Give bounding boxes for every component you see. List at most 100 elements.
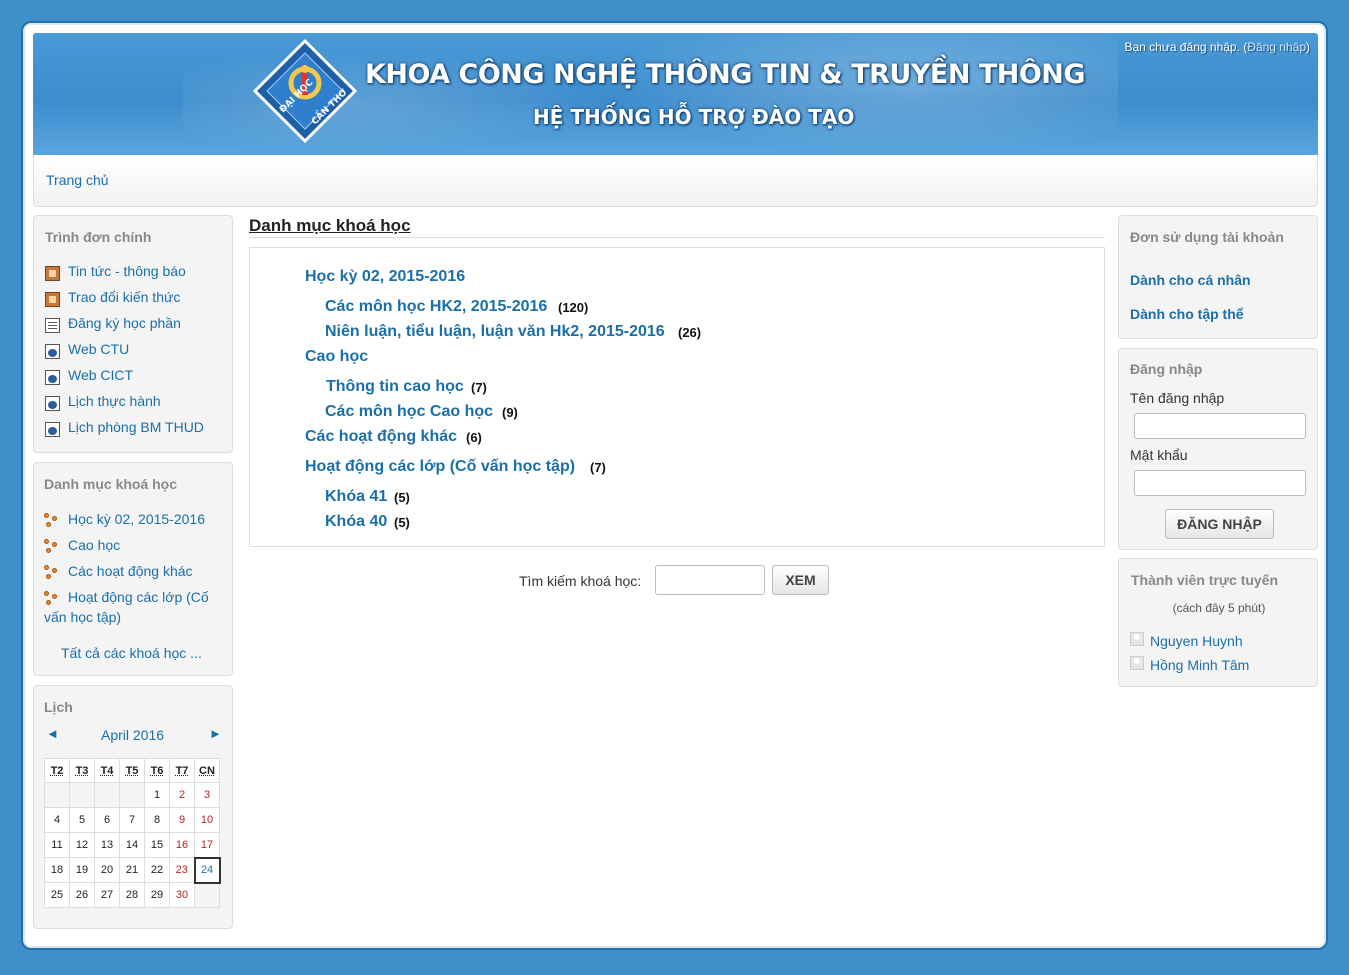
- course-search-label: Tìm kiếm khoá học:: [519, 573, 642, 589]
- calendar-day: 27: [94, 882, 120, 908]
- online-user-link[interactable]: Nguyen Huynh: [1150, 633, 1243, 649]
- course-categories-block: Danh mục khoá học Học kỳ 02, 2015-2016 C…: [33, 462, 233, 676]
- calendar-next-arrow-icon[interactable]: ►: [209, 726, 222, 741]
- forum-icon: [45, 292, 60, 307]
- category-graduate[interactable]: Cao học: [305, 348, 368, 366]
- menu-item-web-ctu[interactable]: Web CTU: [68, 341, 129, 357]
- site-subtitle: HỆ THỐNG HỖ TRỢ ĐÀO TẠO: [533, 105, 855, 129]
- header-login-link[interactable]: Đăng nhập: [1247, 40, 1306, 54]
- calendar-day: 29: [144, 882, 170, 908]
- forum-icon: [45, 266, 60, 281]
- calendar-day-empty: [119, 782, 145, 808]
- category-other-activities[interactable]: Các hoạt động khác: [305, 428, 457, 446]
- category-link-other-activities[interactable]: Các hoạt động khác: [68, 563, 193, 579]
- calendar-day: 21: [119, 857, 145, 883]
- course-count: (5): [394, 490, 410, 505]
- menu-item-knowledge-exchange[interactable]: Trao đổi kiến thức: [68, 289, 180, 305]
- account-usage-title: Đơn sử dụng tài khoản: [1130, 229, 1284, 245]
- subcategory-khoa-40[interactable]: Khóa 40: [325, 513, 387, 531]
- category-class-activities[interactable]: Hoạt động các lớp (Cố vấn học tập): [305, 458, 575, 476]
- calendar-day: 16: [169, 832, 195, 858]
- course-count: (26): [678, 325, 702, 340]
- calendar-day: 7: [119, 807, 145, 833]
- weekday-header: CN: [194, 758, 220, 783]
- online-user-link[interactable]: Hồng Minh Tâm: [1150, 657, 1249, 673]
- subcategory-theses[interactable]: Niên luận, tiểu luận, luận văn Hk2, 2015…: [325, 323, 665, 341]
- web-link-icon: [45, 396, 60, 411]
- weekday-header: T3: [69, 758, 95, 783]
- main-menu-title: Trình đơn chính: [45, 229, 152, 245]
- online-users-block: Thành viên trực tuyến (cách đây 5 phút) …: [1118, 558, 1318, 687]
- all-courses-link[interactable]: Tất cả các khoá học ...: [61, 645, 202, 661]
- user-avatar-icon: [1130, 632, 1144, 646]
- course-count: (7): [590, 460, 606, 475]
- subcategory-graduate-info[interactable]: Thông tin cao học: [326, 378, 464, 396]
- page-title: Danh mục khoá học: [249, 216, 1105, 238]
- course-count: (9): [502, 405, 518, 420]
- calendar-day: 25: [44, 882, 70, 908]
- site-header: ĐẠI HỌC CẦN THƠ KHOA CÔNG NGHỆ THÔNG TIN…: [33, 33, 1318, 155]
- subcategory-khoa-41[interactable]: Khóa 41: [325, 488, 387, 506]
- calendar-day: 8: [144, 807, 170, 833]
- calendar-day: 18: [44, 857, 70, 883]
- password-input[interactable]: [1134, 470, 1306, 496]
- category-name: Hoạt động các lớp (Cố vấn học tập): [305, 458, 576, 475]
- calendar-day: 26: [69, 882, 95, 908]
- calendar-day: 13: [94, 832, 120, 858]
- category-icon: [44, 565, 59, 580]
- account-usage-block: Đơn sử dụng tài khoản Dành cho cá nhân D…: [1118, 215, 1318, 339]
- calendar-day: 1: [144, 782, 170, 808]
- menu-item-news[interactable]: Tin tức - thông báo: [68, 263, 186, 279]
- calendar-day-today[interactable]: 24: [193, 856, 221, 884]
- category-icon: [44, 513, 59, 528]
- weekday-header: T7: [169, 758, 195, 783]
- weekday-header: T5: [119, 758, 145, 783]
- calendar-day: 17: [194, 832, 220, 858]
- calendar-prev-arrow-icon[interactable]: ◄: [46, 726, 59, 741]
- login-title: Đăng nhập: [1130, 361, 1203, 377]
- menu-item-lab-schedule[interactable]: Lịch thực hành: [68, 393, 161, 409]
- calendar-day: 15: [144, 832, 170, 858]
- group-account-link[interactable]: Dành cho tập thể: [1130, 306, 1244, 322]
- login-status: Bạn chưa đăng nhập. (Đăng nhập): [1124, 40, 1310, 54]
- course-search-button[interactable]: XEM: [772, 565, 829, 595]
- login-status-prefix: Bạn chưa đăng nhập. (: [1124, 40, 1248, 54]
- web-link-icon: [45, 344, 60, 359]
- menu-item-room-schedule[interactable]: Lịch phòng BM THUD: [68, 419, 204, 435]
- calendar-day: 12: [69, 832, 95, 858]
- login-button[interactable]: ĐĂNG NHẬP: [1165, 509, 1274, 539]
- main-menu-block: Trình đơn chính Tin tức - thông báo Trao…: [33, 215, 233, 453]
- calendar-day-empty: [69, 782, 95, 808]
- university-logo: ĐẠI HỌC CẦN THƠ: [253, 39, 357, 143]
- category-link-class-activities-line2[interactable]: vấn học tập): [44, 609, 121, 625]
- course-categories-title: Danh mục khoá học: [44, 476, 178, 492]
- category-link-class-activities[interactable]: Hoạt động các lớp (Cố: [68, 589, 209, 605]
- calendar-month-title[interactable]: April 2016: [101, 727, 164, 743]
- subcategory-hk2-courses[interactable]: Các môn học HK2, 2015-2016: [325, 298, 547, 316]
- calendar-day: 6: [94, 807, 120, 833]
- category-link-graduate[interactable]: Cao học: [68, 537, 120, 553]
- calendar-day-empty: [94, 782, 120, 808]
- category-semester[interactable]: Học kỳ 02, 2015-2016: [305, 268, 465, 286]
- course-search-input[interactable]: [655, 565, 765, 595]
- category-name: Niên luận, tiểu luận, luận văn Hk2, 2015…: [325, 323, 665, 340]
- category-name: Khóa 40: [325, 513, 388, 530]
- username-input[interactable]: [1134, 413, 1306, 439]
- course-count: (5): [394, 515, 410, 530]
- weekday-header: T6: [144, 758, 170, 783]
- nav-home-link[interactable]: Trang chủ: [46, 172, 109, 188]
- menu-item-web-cict[interactable]: Web CICT: [68, 367, 133, 383]
- category-link-semester[interactable]: Học kỳ 02, 2015-2016: [68, 511, 205, 527]
- user-avatar-icon: [1130, 656, 1144, 670]
- subcategory-graduate-courses[interactable]: Các môn học Cao học: [325, 403, 493, 421]
- course-count: (120): [558, 300, 589, 315]
- course-count: (7): [471, 380, 487, 395]
- menu-item-course-registration[interactable]: Đăng ký học phần: [68, 315, 181, 331]
- weekday-header: T4: [94, 758, 120, 783]
- calendar-day: 3: [194, 782, 220, 808]
- calendar-day: 5: [69, 807, 95, 833]
- individual-account-link[interactable]: Dành cho cá nhân: [1130, 272, 1251, 288]
- navigation-bar: Trang chủ: [33, 155, 1318, 207]
- calendar-day-empty: [194, 882, 220, 908]
- document-icon: [45, 318, 60, 333]
